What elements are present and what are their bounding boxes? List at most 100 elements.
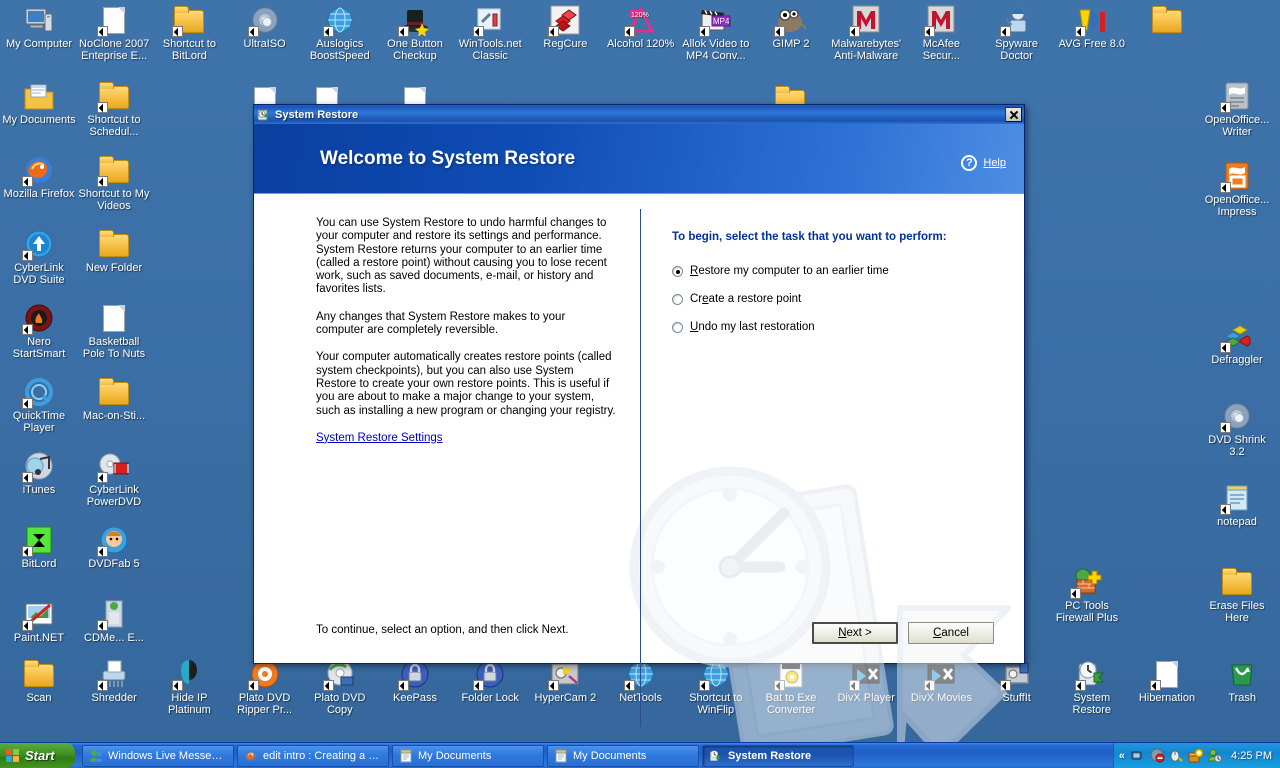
desktop-icon-label: notepad [1217,516,1257,528]
task-radio-group[interactable]: Restore my computer to an earlier time Cr… [672,265,1002,333]
desktop-icon[interactable]: UltraISO [228,4,302,51]
help-link[interactable]: Help [983,157,1006,169]
page-title: Welcome to System Restore [320,147,576,169]
system-restore-settings-link[interactable]: System Restore Settings [316,432,443,444]
radio-button[interactable] [672,294,683,305]
block-icon[interactable] [1150,748,1165,763]
desktop-icon[interactable]: BitLord [2,524,76,571]
taskbar-buttons: Windows Live Messenger edit intro : Creat… [82,744,1113,767]
desktop-icon[interactable]: Basketball Pole To Nuts [77,302,151,360]
help-area[interactable]: ? Help [961,155,1006,171]
desktop-icon[interactable]: CDMe... E... [77,598,151,645]
taskbar[interactable]: Start Windows Live Messenger edit intro :… [0,742,1280,768]
desktop-icon[interactable]: RegCure [528,4,602,51]
desktop-icon[interactable]: Shredder [77,658,151,705]
desktop-icon[interactable]: iTunes [2,450,76,497]
desktop-icon[interactable]: Erase Files Here [1200,566,1274,624]
taskbar-button[interactable]: edit intro : Creating a Sy... [237,744,389,767]
desktop-icon[interactable]: OpenOffice... Writer [1200,80,1274,138]
desktop-icon[interactable]: QuickTime Player [2,376,76,434]
radio-button[interactable] [672,266,683,277]
desktop-icon[interactable]: OpenOffice... Impress [1200,160,1274,218]
taskbar-button[interactable]: My Documents [392,744,544,767]
desktop-icon[interactable]: My Documents [2,80,76,127]
desktop-icon[interactable]: Paint.NET [2,598,76,645]
desktop-icon[interactable]: Mac-on-Sti... [77,376,151,423]
folder-icon [98,376,130,408]
desktop-icon-label: Shredder [91,692,137,704]
desktop-icon[interactable]: CyberLink PowerDVD [77,450,151,508]
desktop-icon[interactable]: StuffIt [980,658,1054,705]
desktop-icon[interactable]: My Computer [2,4,76,51]
chevron-expand-icon[interactable]: « [1119,750,1125,762]
desktop-icon[interactable]: CyberLink DVD Suite [2,228,76,286]
start-button[interactable]: Start [0,743,75,768]
desktop-icon[interactable]: System Restore [1055,658,1129,716]
mouse-icon[interactable] [1169,748,1184,763]
desktop-icon[interactable]: WinTools.net Classic [453,4,527,62]
taskbar-button[interactable]: Windows Live Messenger [82,744,234,767]
desktop-icon[interactable]: Trash [1205,658,1279,705]
dialog-title-bar[interactable]: System Restore [254,105,1024,124]
desktop-icon[interactable]: Folder Lock [453,658,527,705]
desktop-icon[interactable]: DivX Player [829,658,903,705]
next-button[interactable]: Next > [812,622,898,644]
bitlord-icon [22,524,55,557]
radio-option-0[interactable]: Restore my computer to an earlier time [672,265,1002,277]
desktop-icon[interactable]: Spyware Doctor [980,4,1054,62]
desktop-icon[interactable]: HyperCam 2 [528,658,602,705]
taskbar-button[interactable]: System Restore [702,744,854,767]
desktop-icon[interactable]: AVG Free 8.0 [1055,4,1129,51]
desktop-icon[interactable]: Shortcut to WinFlip [679,658,753,716]
radio-option-2[interactable]: Undo my last restoration [672,321,1002,333]
desktop-icon[interactable]: Plato DVD Ripper Pr... [228,658,302,716]
desktop-icon[interactable]: Shortcut to My Videos [77,154,151,212]
desktop-icon-label: Hibernation [1138,692,1196,704]
desktop-icon[interactable]: Defraggler [1200,320,1274,367]
desktop-icon[interactable]: Plato DVD Copy [303,658,377,716]
desktop-icon[interactable]: Shortcut to Schedul... [77,80,151,138]
desktop-icon[interactable]: 120% Alcohol 120% [604,4,678,51]
desktop-icon-label: Paint.NET [13,632,65,644]
clock[interactable]: 4:25 PM [1231,750,1272,762]
trash-icon [1226,658,1258,690]
desktop[interactable]: My Computer NoClone 2007 Enteprise E... Sh… [0,0,1280,768]
desktop-icon[interactable]: GIMP 2 [754,4,828,51]
desktop-icon[interactable]: McAfee Secur... [904,4,978,62]
desktop-icon-label: McAfee Secur... [922,38,961,62]
desktop-icon[interactable]: notepad [1200,482,1274,529]
desktop-icon[interactable]: Mozilla Firefox [2,154,76,201]
desktop-icon[interactable]: DVDFab 5 [77,524,151,571]
system-tray[interactable]: « 4:25 PM [1112,742,1280,768]
taskbar-button-label: My Documents [418,749,492,762]
cancel-button[interactable]: Cancel [908,622,994,644]
network-icon[interactable] [1131,748,1146,763]
desktop-icon[interactable]: Nero StartSmart [2,302,76,360]
system-restore-icon [257,108,271,122]
shortcut-overlay-icon [1220,342,1231,353]
question-mark-icon[interactable]: ? [961,155,978,171]
desktop-icon[interactable]: Hibernation [1130,658,1204,705]
desktop-icon[interactable]: Scan [2,658,76,705]
desktop-icon[interactable]: Malwarebytes' Anti-Malware [829,4,903,62]
desktop-icon[interactable]: Bat to Exe Converter [754,658,828,716]
taskbar-button[interactable]: My Documents [547,744,699,767]
system-restore-dialog[interactable]: System Restore Welcome to System Restore… [253,104,1025,766]
desktop-icon[interactable]: New Folder [77,228,151,275]
radio-button[interactable] [672,322,683,333]
desktop-icon[interactable]: Auslogics BoostSpeed [303,4,377,62]
desktop-icon[interactable] [1130,4,1204,39]
desktop-icon[interactable]: One Button Checkup [378,4,452,62]
desktop-icon[interactable]: Shortcut to BitLord [152,4,226,62]
updates-icon[interactable] [1188,748,1204,763]
close-icon[interactable] [1005,107,1022,122]
radio-option-1[interactable]: Create a restore point [672,293,1002,305]
desktop-icon[interactable]: DVD Shrink 3.2 [1200,400,1274,458]
desktop-icon[interactable]: PC Tools Firewall Plus [1050,566,1124,624]
user-icon[interactable] [1207,748,1222,763]
desktop-icon[interactable]: NoClone 2007 Enteprise E... [77,4,151,62]
desktop-icon[interactable]: Hide IP Platinum [152,658,226,716]
desktop-icon[interactable]: KeePass [378,658,452,705]
desktop-icon[interactable]: MP4 Allok Video to MP4 Conv... [679,4,753,62]
desktop-icon[interactable]: DivX Movies [904,658,978,705]
